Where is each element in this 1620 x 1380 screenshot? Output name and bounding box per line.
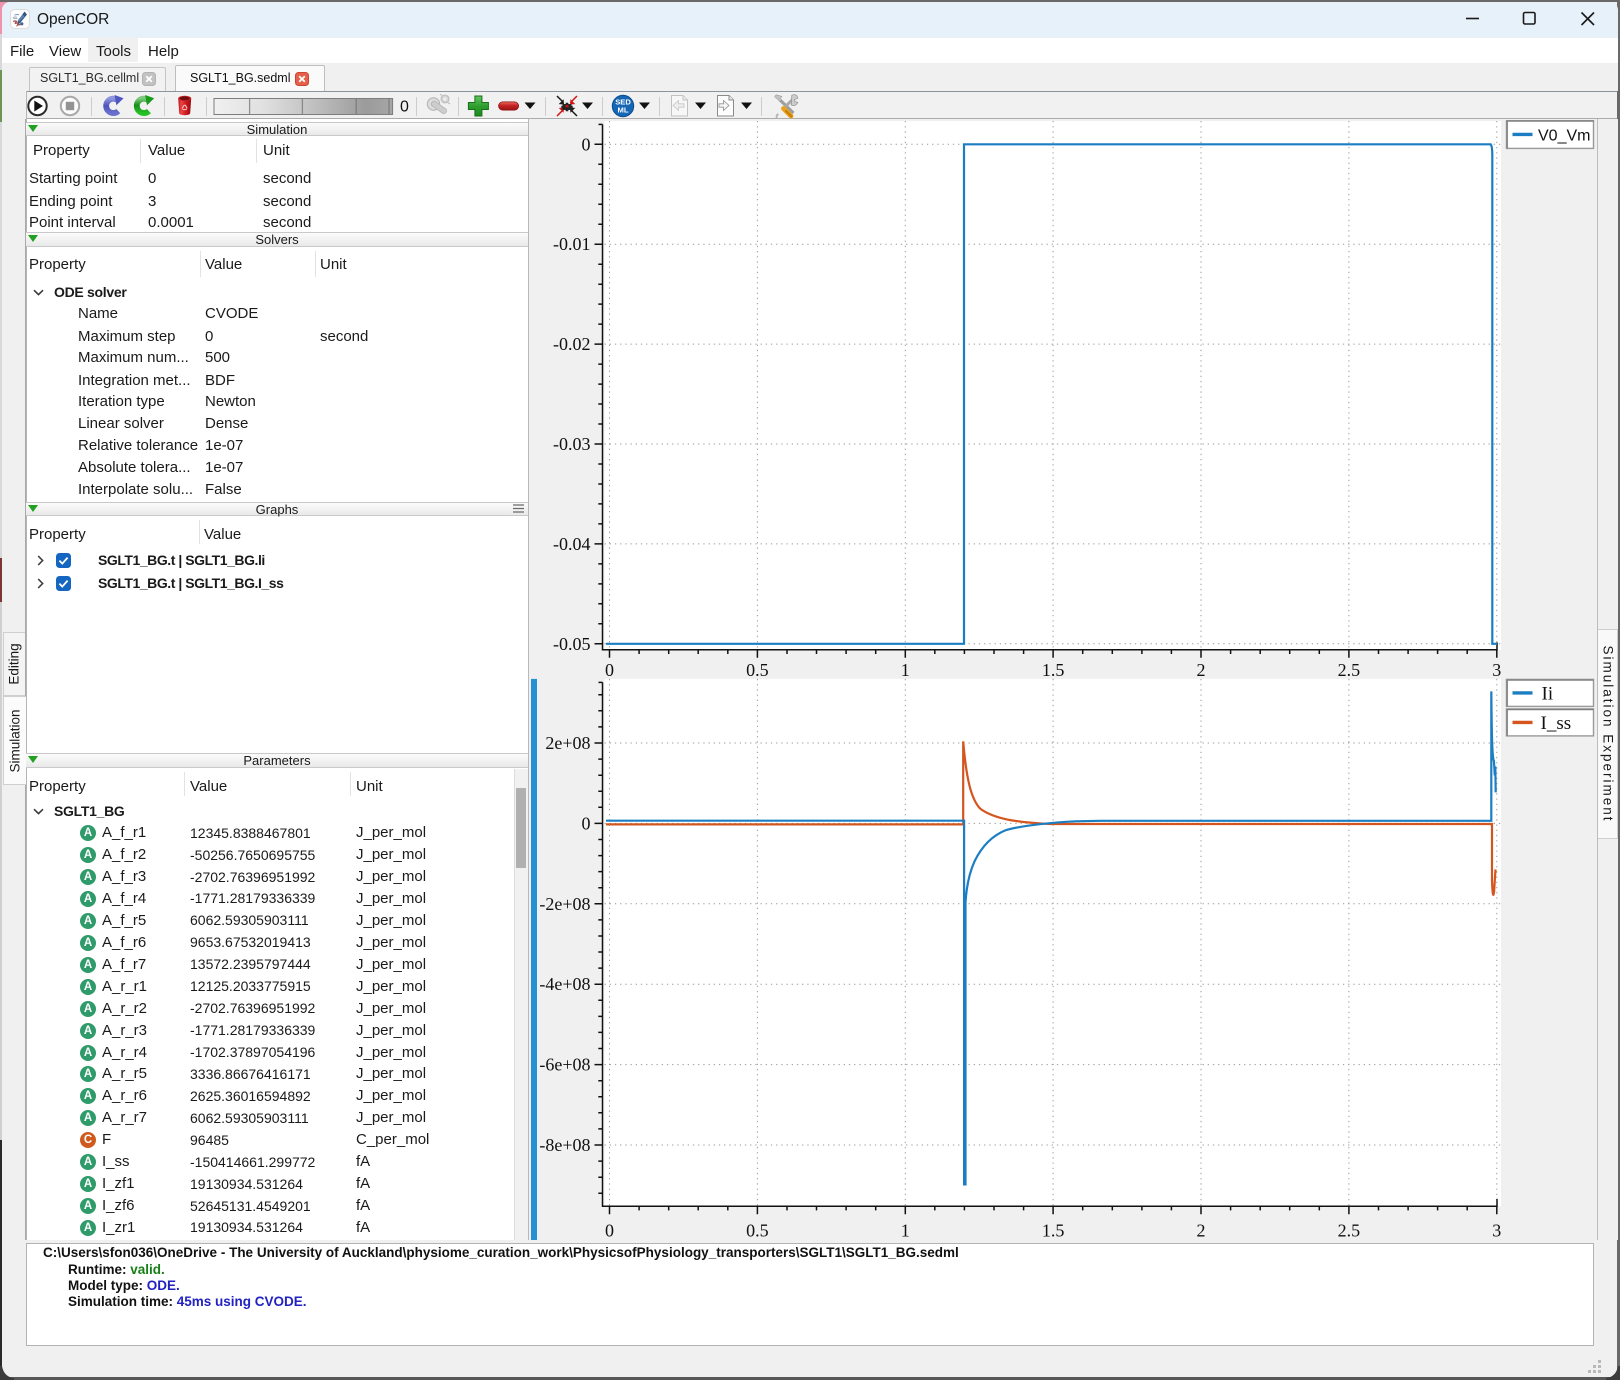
svg-text:2e+08: 2e+08 (545, 733, 590, 753)
svg-text:I_ss: I_ss (1540, 712, 1571, 733)
svg-text:-2e+08: -2e+08 (539, 893, 590, 913)
svg-text:2.5: 2.5 (1337, 659, 1360, 679)
svg-text:2: 2 (1196, 1220, 1205, 1240)
svg-text:0: 0 (581, 134, 590, 154)
svg-text:-0.01: -0.01 (553, 234, 591, 254)
svg-text:1: 1 (900, 1220, 909, 1240)
svg-text:2.5: 2.5 (1337, 1220, 1360, 1240)
svg-text:1.5: 1.5 (1041, 659, 1064, 679)
svg-text:3: 3 (1492, 659, 1501, 679)
svg-text:0.5: 0.5 (746, 659, 769, 679)
svg-text:0.5: 0.5 (746, 1220, 769, 1240)
svg-text:1: 1 (900, 659, 909, 679)
svg-text:V0_Vm: V0_Vm (1538, 127, 1590, 144)
svg-text:-0.04: -0.04 (553, 533, 591, 553)
svg-text:-4e+08: -4e+08 (539, 974, 590, 994)
svg-text:Ii: Ii (1541, 683, 1553, 704)
svg-text:-8e+08: -8e+08 (539, 1135, 590, 1155)
svg-text:1.5: 1.5 (1041, 1220, 1064, 1240)
svg-text:0: 0 (400, 99, 409, 116)
svg-text:ML: ML (618, 105, 629, 114)
svg-text:0: 0 (581, 813, 590, 833)
svg-text:-0.02: -0.02 (553, 334, 591, 354)
svg-text:-6e+08: -6e+08 (539, 1054, 590, 1074)
svg-text:3: 3 (1492, 1220, 1501, 1240)
svg-text:0: 0 (605, 659, 614, 679)
svg-text:0: 0 (605, 1220, 614, 1240)
svg-text:-0.05: -0.05 (553, 633, 591, 653)
svg-text:2: 2 (1196, 659, 1205, 679)
svg-text:-0.03: -0.03 (553, 434, 591, 454)
